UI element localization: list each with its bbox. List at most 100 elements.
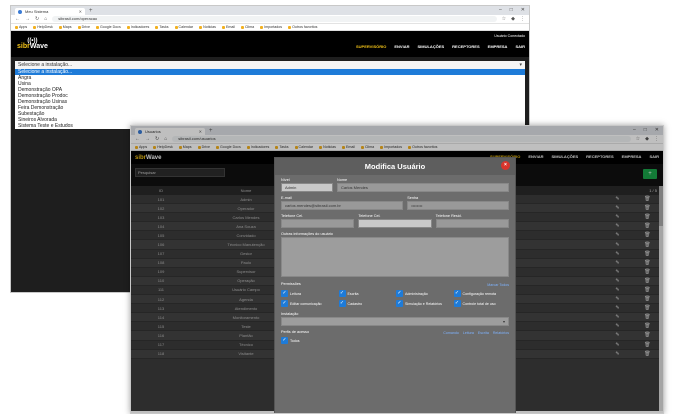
all-profiles-checkbox[interactable]: ✓ Todos [281, 337, 509, 344]
checkbox-checked-icon: ✓ [281, 290, 288, 297]
permission-checkbox[interactable]: ✓ Leitura [281, 290, 337, 297]
star-icon[interactable]: ☆ [502, 16, 506, 22]
maximize-icon[interactable]: □ [510, 7, 513, 13]
chevron-down-icon: ▾ [519, 62, 522, 68]
bookmark-item[interactable]: HelpDesk [33, 25, 53, 29]
bookmark-label: Outros favoritos [292, 25, 318, 29]
permission-checkbox[interactable]: ✓ Administração [396, 290, 452, 297]
bookmark-item[interactable]: Importados [260, 25, 282, 29]
phone1-label: Telefone Cel. [281, 214, 304, 218]
checkbox-label: Leitura [290, 291, 301, 296]
checkbox-label: Configuração remota [462, 291, 497, 296]
bookmark-item[interactable]: Email [221, 25, 235, 29]
bookmark-item[interactable]: Outros favoritos [288, 25, 317, 29]
phone1-field[interactable] [281, 219, 355, 228]
bookmark-item[interactable]: Tasks [155, 25, 169, 29]
installation-select[interactable]: ▾ [281, 317, 509, 326]
checkbox-label: Controle total de uso [462, 301, 496, 306]
modal-header: Modifica Usuário × [275, 158, 515, 175]
bookmark-item[interactable]: Calendar [174, 25, 194, 29]
url-field[interactable]: sibrasil.com/operacao [52, 16, 497, 22]
bookmark-label: Clima [244, 25, 255, 29]
checkbox-label: Simulação e Relatórios [405, 301, 442, 306]
back-icon[interactable]: ← [15, 16, 20, 22]
checkbox-label: Cadastro [347, 301, 363, 306]
close-modal-button[interactable]: × [501, 161, 510, 170]
tab-title: Meu Sistema [25, 9, 49, 14]
checkbox-checked-icon: ✓ [396, 300, 403, 307]
browser-tab[interactable]: Meu Sistema ✕ [15, 8, 85, 15]
menu-icon[interactable]: ⋮ [520, 16, 525, 22]
level-select[interactable]: Admin [281, 183, 333, 192]
forward-icon[interactable]: → [25, 16, 30, 22]
folder-icon [155, 25, 159, 29]
notes-textarea[interactable] [281, 237, 509, 277]
bookmark-item[interactable]: Google Docs [95, 25, 121, 29]
profile-link[interactable]: Escrita [478, 331, 489, 335]
bookmark-item[interactable]: Drive [77, 25, 90, 29]
phone2-field[interactable] [358, 219, 432, 228]
close-tab-icon[interactable]: ✕ [79, 9, 82, 14]
app-header: ((•)) sibrWave Usuário Conectado SUPERVI… [11, 31, 529, 57]
foreground-browser-window: Usuarios ✕ + – □ ✕ ← → ↻ ⌂ sibrasil.com/… [130, 125, 664, 414]
permissions-label: Permissões [281, 282, 301, 286]
profile-link[interactable]: Relatórios [493, 331, 509, 335]
close-window-icon[interactable]: ✕ [521, 7, 525, 13]
profile-link[interactable]: Leitura [463, 331, 474, 335]
bookmark-item[interactable]: Indicadores [126, 25, 149, 29]
checkbox-checked-icon: ✓ [281, 300, 288, 307]
checkbox-label: Administração [405, 291, 428, 296]
profile-link[interactable]: Comando [443, 331, 459, 335]
folder-icon [240, 25, 244, 29]
permission-checkbox[interactable]: ✓ Simulação e Relatórios [396, 300, 452, 307]
checkbox-checked-icon: ✓ [396, 290, 403, 297]
reload-icon[interactable]: ↻ [35, 16, 39, 22]
notes-label: Outras informações do usuário [281, 232, 333, 236]
bookmark-item[interactable]: Maps [58, 25, 72, 29]
modal-title: Modifica Usuário [364, 162, 426, 171]
menu-item[interactable]: RECEPTORES [452, 44, 480, 49]
bookmark-label: HelpDesk [37, 25, 53, 29]
menu-item[interactable]: ENVIAR [394, 44, 409, 49]
permission-checkbox[interactable]: ✓ Escrita [338, 290, 395, 297]
extension-icon[interactable]: ◆ [511, 16, 515, 22]
bookmark-item[interactable]: Clima [240, 25, 255, 29]
folder-icon [260, 25, 264, 29]
bookmark-label: Drive [81, 25, 90, 29]
bookmark-label: Calendar [178, 25, 194, 29]
profiles-label: Perfis de acesso [281, 330, 310, 334]
new-tab-icon[interactable]: + [89, 8, 93, 15]
minimize-icon[interactable]: – [499, 7, 502, 13]
permission-checkbox[interactable]: ✓ Controle total de uso [453, 300, 510, 307]
permission-checkbox[interactable]: ✓ Editar comunicação [281, 300, 337, 307]
menu-item[interactable]: EMPRESA [488, 44, 508, 49]
select-all-link[interactable]: Marcar Todos [487, 283, 509, 287]
bookmarks-bar: Apps HelpDesk Maps Drive Google Docs Indicado… [11, 24, 529, 31]
folder-icon [221, 25, 225, 29]
home-icon[interactable]: ⌂ [44, 16, 47, 22]
favicon-icon [18, 9, 22, 14]
menu-item[interactable]: SUPERVISÓRIO [356, 44, 386, 49]
menu-item[interactable]: SIMULAÇÕES [417, 44, 444, 49]
chevron-down-icon: ▾ [502, 319, 505, 324]
bookmark-item[interactable]: Noticias [199, 25, 216, 29]
folder-icon [199, 25, 203, 29]
permission-checkbox[interactable]: ✓ Configuração remota [453, 290, 510, 297]
checkbox-label: Editar comunicação [290, 301, 322, 306]
password-label: Senha [407, 196, 419, 200]
bookmark-label: Tasks [159, 25, 169, 29]
installation-select[interactable]: Selecione a instalação... ▾ [15, 61, 525, 69]
menu-item[interactable]: SAIR [515, 44, 525, 49]
email-label: E-mail [281, 196, 292, 200]
checkbox-checked-icon: ✓ [453, 300, 461, 307]
name-field[interactable]: Carlos Mendes [337, 183, 509, 192]
checkbox-checked-icon: ✓ [281, 337, 288, 344]
folder-icon [58, 25, 62, 29]
bookmark-item[interactable]: Apps [15, 25, 27, 29]
email-field[interactable]: carlos.mendes@sibrasil.com.br [281, 201, 404, 210]
phone3-field[interactable] [435, 219, 509, 228]
bookmark-label: Apps [19, 25, 28, 29]
installation-label: Instalação [281, 312, 299, 316]
permission-checkbox[interactable]: ✓ Cadastro [338, 300, 395, 307]
password-field[interactable]: •••••••• [407, 201, 509, 210]
